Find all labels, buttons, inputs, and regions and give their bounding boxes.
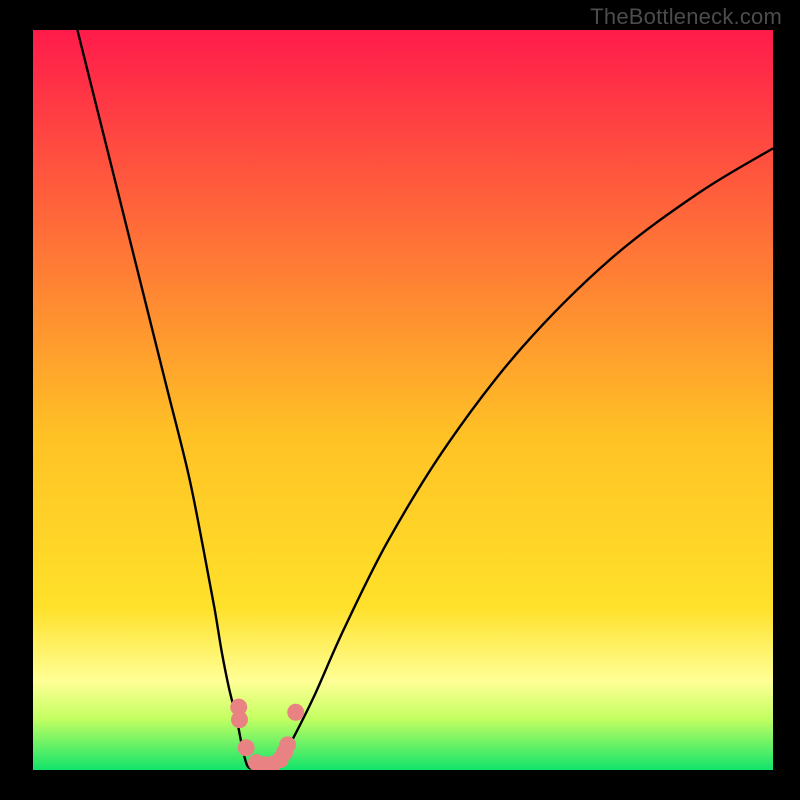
- marker-dot: [231, 711, 248, 728]
- marker-dot: [238, 739, 255, 756]
- watermark-text: TheBottleneck.com: [590, 4, 782, 30]
- marker-dot: [287, 704, 304, 721]
- chart-frame: TheBottleneck.com: [0, 0, 800, 800]
- marker-dot: [279, 736, 296, 753]
- chart-svg: [33, 30, 773, 770]
- gradient-background: [33, 30, 773, 770]
- plot-area: [33, 30, 773, 770]
